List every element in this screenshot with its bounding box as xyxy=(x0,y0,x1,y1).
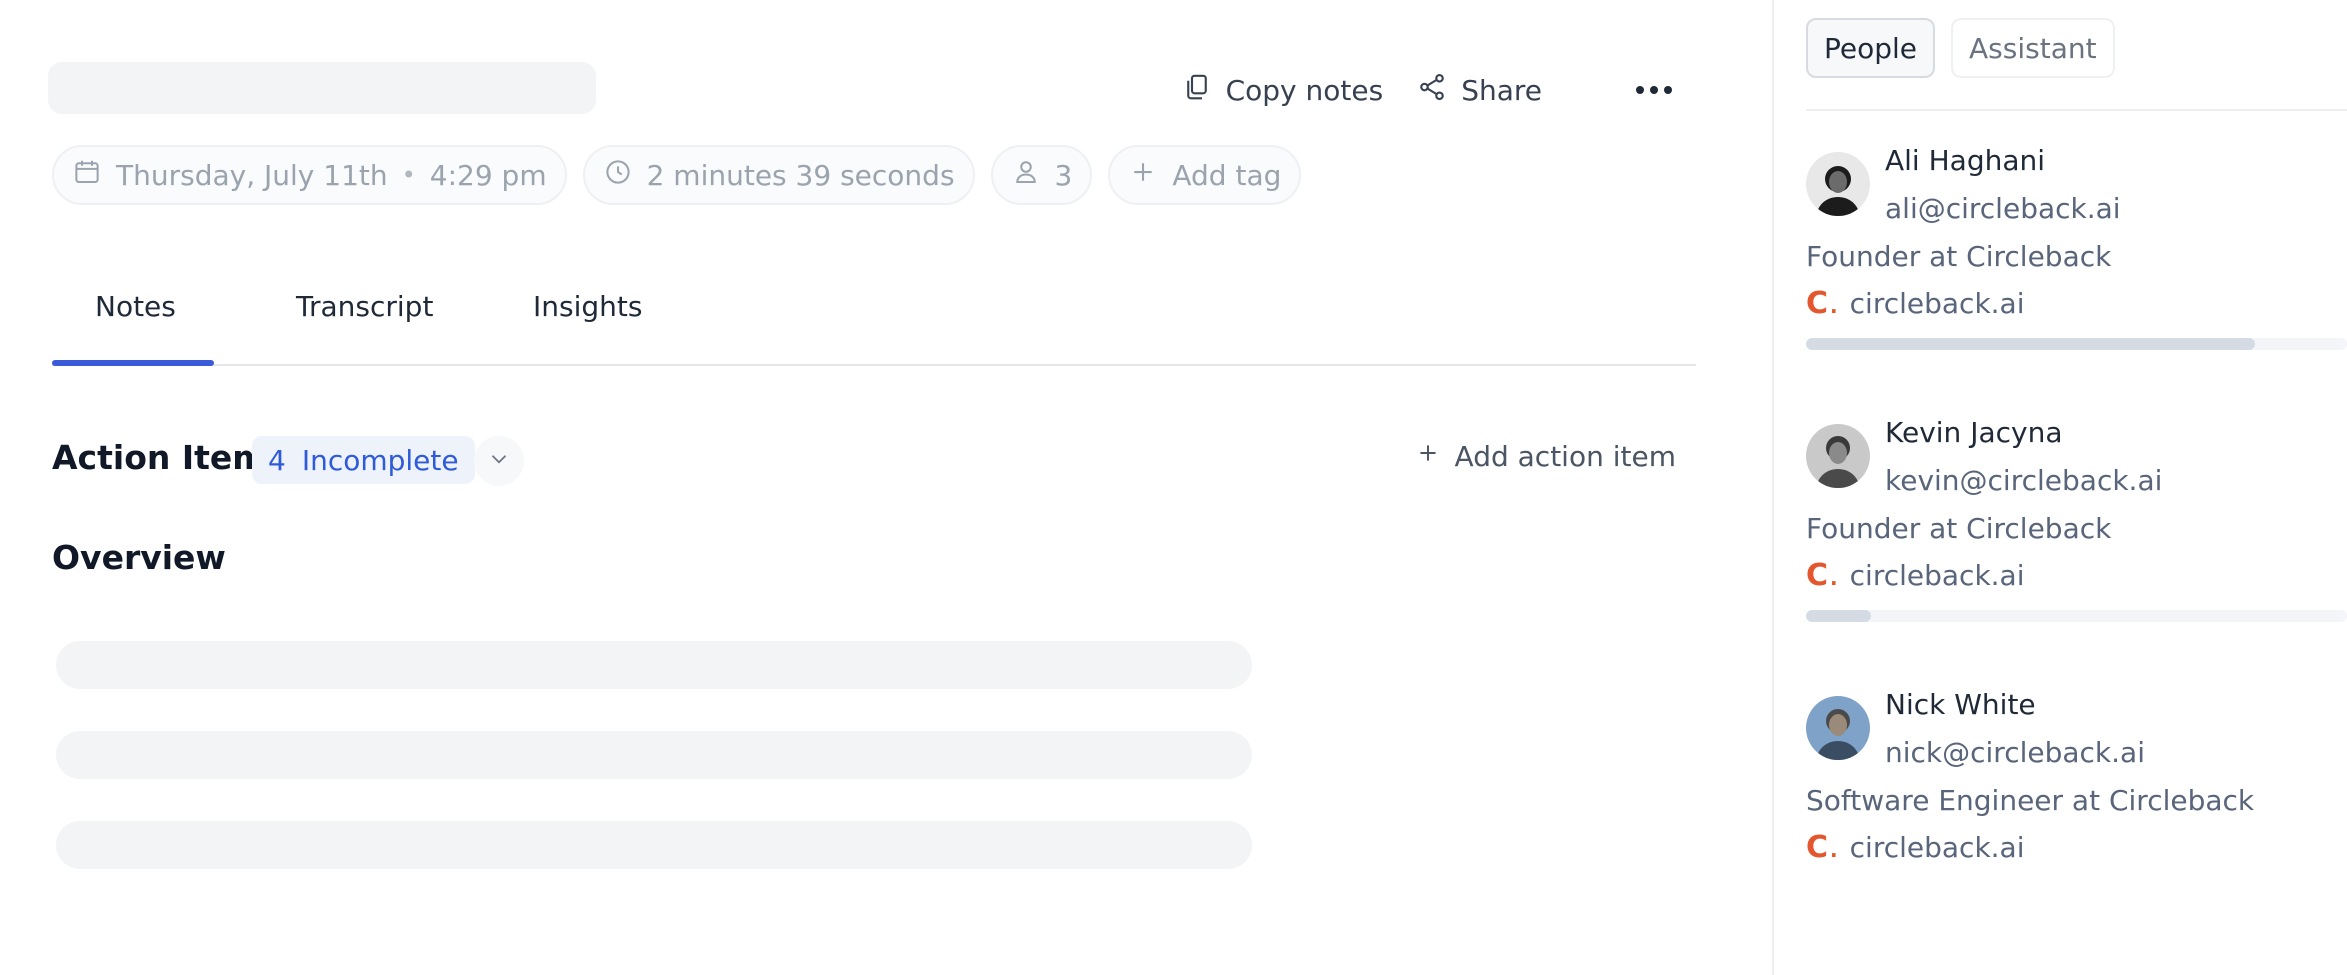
plus-icon xyxy=(1128,157,1158,194)
sidebar-divider xyxy=(1806,109,2347,111)
company-domain: circleback.ai xyxy=(1849,559,2025,592)
company-domain: circleback.ai xyxy=(1849,831,2025,864)
activity-bar-fill xyxy=(1806,610,1871,622)
circleback-logo-icon: C. xyxy=(1806,830,1838,865)
overview-loading-line xyxy=(56,731,1252,779)
meeting-time: 4:29 pm xyxy=(429,158,547,192)
date-time-chip[interactable]: Thursday, July 11th • 4:29 pm xyxy=(52,145,567,205)
copy-icon xyxy=(1182,72,1212,109)
chevron-down-icon xyxy=(486,446,512,476)
clock-icon xyxy=(603,157,633,194)
circleback-logo-icon: C. xyxy=(1806,286,1838,321)
meeting-duration: 2 minutes 39 seconds xyxy=(646,158,955,192)
person-company[interactable]: C. circleback.ai xyxy=(1806,830,2025,865)
company-domain: circleback.ai xyxy=(1849,287,2025,320)
person-card[interactable]: Nick White nick@circleback.ai Software E… xyxy=(1806,688,2347,878)
share-button[interactable]: Share xyxy=(1417,72,1542,109)
copy-notes-button[interactable]: Copy notes xyxy=(1182,72,1384,109)
active-tab-indicator xyxy=(52,360,214,366)
attendees-chip[interactable]: 3 xyxy=(990,145,1093,205)
tab-transcript[interactable]: Transcript xyxy=(296,290,433,323)
share-icon xyxy=(1417,72,1447,109)
avatar xyxy=(1806,152,1870,216)
person-name: Nick White xyxy=(1885,688,2036,721)
person-email[interactable]: ali@circleback.ai xyxy=(1885,192,2121,225)
activity-bar-fill xyxy=(1806,338,2256,350)
person-company[interactable]: C. circleback.ai xyxy=(1806,286,2025,321)
tab-people[interactable]: People xyxy=(1806,18,1936,78)
person-icon xyxy=(1011,157,1041,194)
overview-loading-line xyxy=(56,641,1252,689)
person-email[interactable]: nick@circleback.ai xyxy=(1885,736,2145,769)
sidebar-tabs: People Assistant xyxy=(1806,18,2115,78)
avatar xyxy=(1806,424,1870,488)
copy-notes-label: Copy notes xyxy=(1225,73,1384,107)
action-items-status: Incomplete xyxy=(301,443,459,477)
meeting-title-loading-placeholder xyxy=(48,62,596,114)
person-role: Founder at Circleback xyxy=(1806,240,2112,273)
action-items-status-badge[interactable]: 4 Incomplete xyxy=(252,436,475,484)
person-role: Software Engineer at Circleback xyxy=(1806,784,2255,817)
tab-notes[interactable]: Notes xyxy=(95,290,176,323)
person-role: Founder at Circleback xyxy=(1806,512,2112,545)
meeting-notes-panel: Copy notes Share Thursday, July 11th • 4… xyxy=(0,0,1772,975)
notes-tabs: Notes Transcript Insights xyxy=(52,268,1696,366)
add-tag-button[interactable]: Add tag xyxy=(1108,145,1302,205)
more-horizontal-icon xyxy=(1634,81,1674,100)
tab-assistant[interactable]: Assistant xyxy=(1951,18,2115,78)
person-email[interactable]: kevin@circleback.ai xyxy=(1885,464,2162,497)
more-options-button[interactable] xyxy=(1634,72,1674,108)
people-sidebar: People Assistant Ali Haghani ali@circleb… xyxy=(1774,0,2347,975)
tab-insights[interactable]: Insights xyxy=(533,290,642,323)
avatar xyxy=(1806,696,1870,760)
plus-icon xyxy=(1415,440,1441,473)
duration-chip: 2 minutes 39 seconds xyxy=(582,145,975,205)
person-name: Kevin Jacyna xyxy=(1885,416,2063,449)
date-time-separator: • xyxy=(401,161,416,189)
meeting-meta-chips: Thursday, July 11th • 4:29 pm 2 minutes … xyxy=(52,145,1302,205)
overview-heading: Overview xyxy=(52,538,226,577)
person-card[interactable]: Kevin Jacyna kevin@circleback.ai Founder… xyxy=(1806,416,2347,626)
add-action-item-label: Add action item xyxy=(1454,440,1676,473)
attendee-count: 3 xyxy=(1054,158,1073,192)
person-company[interactable]: C. circleback.ai xyxy=(1806,558,2025,593)
activity-bar xyxy=(1806,610,2347,622)
share-label: Share xyxy=(1461,73,1542,107)
add-action-item-button[interactable]: Add action item xyxy=(1415,440,1676,473)
action-items-count: 4 xyxy=(268,443,286,477)
person-card[interactable]: Ali Haghani ali@circleback.ai Founder at… xyxy=(1806,144,2347,354)
calendar-icon xyxy=(72,157,102,194)
add-tag-label: Add tag xyxy=(1172,158,1282,192)
action-items-expand-button[interactable] xyxy=(474,436,524,486)
header-actions: Copy notes Share xyxy=(1182,68,1542,112)
circleback-logo-icon: C. xyxy=(1806,558,1838,593)
overview-loading-line xyxy=(56,821,1252,869)
meeting-date: Thursday, July 11th xyxy=(116,158,388,192)
person-name: Ali Haghani xyxy=(1885,144,2046,177)
activity-bar xyxy=(1806,338,2347,350)
